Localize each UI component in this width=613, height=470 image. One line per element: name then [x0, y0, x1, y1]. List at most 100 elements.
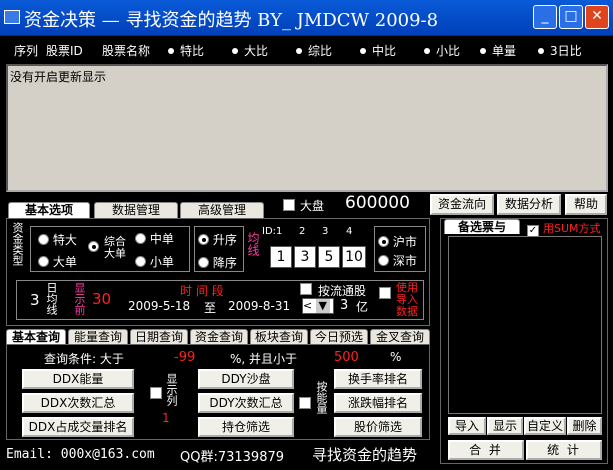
query-and-label: %, 并且小于 — [230, 352, 298, 366]
col-header-stock-name[interactable]: 股票名称 — [102, 42, 150, 59]
dapan-label: 大盘 — [300, 199, 325, 213]
window-title: 资金决策 — 寻找资金的趋势 BY_ JMDCW 2009-8 — [24, 10, 439, 31]
id-label-3: 3 — [322, 226, 329, 237]
tab-data-management[interactable]: 数据管理 — [94, 202, 178, 218]
id-label-4: 4 — [346, 226, 353, 237]
query-pct-label: % — [390, 350, 402, 364]
ma-label: 均线 — [246, 232, 260, 256]
tab-fund-query[interactable]: 资金查询 — [190, 329, 248, 344]
empty-message: 没有开启更新显示 — [10, 70, 107, 84]
time-range-label: 时 间 段 — [180, 284, 224, 298]
title-bar[interactable]: 资金决策 — 寻找资金的趋势 BY_ JMDCW 2009-8 _ □ ✕ — [0, 0, 613, 36]
fund-type-xiaodan[interactable]: 小单 — [135, 253, 174, 270]
tab-date-query[interactable]: 日期查询 — [130, 329, 188, 344]
help-button[interactable]: 帮助 — [565, 194, 607, 215]
price-filter-button[interactable]: 股价筛选 — [334, 417, 422, 437]
col-header-tebi[interactable]: 特比 — [168, 42, 204, 59]
show-column-label: 显示列 — [165, 373, 178, 406]
circ-unit: 亿 — [356, 300, 369, 314]
id-label-1: ID:1 — [262, 226, 283, 237]
tab-golden-cross-query[interactable]: 金叉查询 — [370, 329, 430, 344]
position-filter-button[interactable]: 持仓筛选 — [198, 417, 294, 437]
ddx-volume-rank-button[interactable]: DDX占成交量排名 — [22, 417, 134, 437]
query-max-value[interactable]: 500 — [334, 350, 359, 365]
stock-list[interactable]: 没有开启更新显示 — [6, 64, 608, 192]
id-input-2[interactable]: 3 — [294, 246, 316, 268]
fund-type-zonghe[interactable] — [88, 240, 99, 254]
sum-mode-checkbox[interactable]: ✓ — [527, 220, 539, 237]
status-qq: QQ群:73139879 — [180, 450, 285, 465]
circ-value: 3 — [340, 298, 349, 313]
ddx-count-summary-button[interactable]: DDX次数汇总 — [22, 393, 134, 413]
minimize-button[interactable]: _ — [533, 5, 557, 29]
merge-button[interactable]: 合 并 — [448, 440, 524, 460]
circ-spinner[interactable]: < ▼ — [302, 298, 334, 314]
ddy-count-summary-button[interactable]: DDY次数汇总 — [198, 393, 294, 413]
fund-type-zonghe-label: 综合大单 — [104, 235, 126, 260]
sum-mode-label: 用SUM方式 — [543, 222, 601, 235]
ddx-energy-button[interactable]: DDX能量 — [22, 369, 134, 389]
sort-desc[interactable]: 降序 — [198, 254, 237, 271]
dapan-value: 600000 — [345, 193, 410, 213]
query-condition-label: 查询条件: 大于 — [44, 352, 124, 366]
by-energy-checkbox[interactable] — [299, 396, 311, 410]
col-header-dabi[interactable]: 大比 — [232, 42, 268, 59]
id-input-4[interactable]: 10 — [342, 246, 366, 268]
tab-today-preselect[interactable]: 今日预选 — [310, 329, 368, 344]
by-energy-label: 按能量 — [315, 381, 328, 414]
start-date[interactable]: 2009-5-18 — [128, 299, 190, 313]
turnover-rank-button[interactable]: 换手率排名 — [334, 369, 422, 389]
tab-basic-options[interactable]: 基本选项 — [8, 202, 90, 218]
market-shanghai[interactable]: 沪市 — [378, 233, 417, 250]
id-input-1[interactable]: 1 — [270, 246, 292, 268]
col-header-zongbi[interactable]: 综比 — [296, 42, 332, 59]
dapan-checkbox[interactable] — [283, 198, 295, 212]
tab-sector-query[interactable]: 板块查询 — [250, 329, 308, 344]
show-top-value[interactable]: 30 — [92, 290, 111, 308]
ddy-sandbox-button[interactable]: DDY沙盘 — [198, 369, 294, 389]
fund-type-dadan[interactable]: 大单 — [38, 253, 77, 270]
fund-type-label: 资金类型 — [11, 222, 24, 266]
fund-type-zhongdan[interactable]: 中单 — [135, 230, 174, 247]
end-date[interactable]: 2009-8-31 — [228, 299, 290, 313]
stats-button[interactable]: 统 计 — [526, 440, 602, 460]
sort-asc[interactable]: 升序 — [198, 231, 237, 248]
col-header-danliang[interactable]: 单量 — [480, 42, 516, 59]
fund-flow-button[interactable]: 资金流向 — [430, 194, 494, 215]
col-header-seq[interactable]: 序列 — [14, 42, 38, 59]
col-header-3day[interactable]: 3日比 — [538, 42, 582, 59]
date-to-label: 至 — [204, 301, 217, 315]
import-button[interactable]: 导入 — [448, 417, 486, 435]
change-rank-button[interactable]: 涨跌幅排名 — [334, 393, 422, 413]
tab-watch-list[interactable]: 备选票与 — [444, 219, 520, 234]
col-header-zhongbi[interactable]: 中比 — [360, 42, 396, 59]
status-slogan: 寻找资金的趋势 — [312, 446, 418, 464]
close-button[interactable]: ✕ — [585, 5, 609, 29]
tab-advanced-management[interactable]: 高级管理 — [180, 202, 264, 218]
show-column-checkbox[interactable] — [150, 386, 162, 400]
query-min-value[interactable]: -99 — [174, 350, 195, 365]
col-header-xiaobi[interactable]: 小比 — [424, 42, 460, 59]
status-email: Email: 000x@163.com — [6, 447, 155, 462]
ma-days-value[interactable]: 3 — [30, 291, 40, 309]
col-header-stock-id[interactable]: 股票ID — [46, 42, 83, 59]
delete-button[interactable]: 删除 — [567, 417, 602, 435]
custom-button[interactable]: 自定义 — [524, 417, 566, 435]
watch-list[interactable] — [448, 236, 602, 414]
circ-label: 按流通股 — [318, 284, 367, 298]
show-button[interactable]: 显示 — [487, 417, 523, 435]
chevron-down-icon[interactable]: ▼ — [315, 299, 330, 313]
market-shenzhen[interactable]: 深市 — [378, 252, 417, 269]
maximize-button[interactable]: □ — [559, 5, 583, 29]
id-label-2: 2 — [299, 226, 306, 237]
fund-type-teda[interactable]: 特大 — [38, 231, 77, 248]
tab-energy-query[interactable]: 能量查询 — [68, 329, 128, 344]
ma-days-label: 日均线 — [45, 282, 58, 315]
tab-basic-query[interactable]: 基本查询 — [6, 329, 66, 344]
show-column-value: 1 — [162, 411, 170, 425]
import-data-checkbox[interactable] — [379, 286, 391, 300]
data-analysis-button[interactable]: 数据分析 — [497, 194, 561, 215]
show-top-label: 显示前 — [73, 282, 86, 315]
circ-checkbox[interactable] — [300, 282, 312, 296]
id-input-3[interactable]: 5 — [318, 246, 340, 268]
